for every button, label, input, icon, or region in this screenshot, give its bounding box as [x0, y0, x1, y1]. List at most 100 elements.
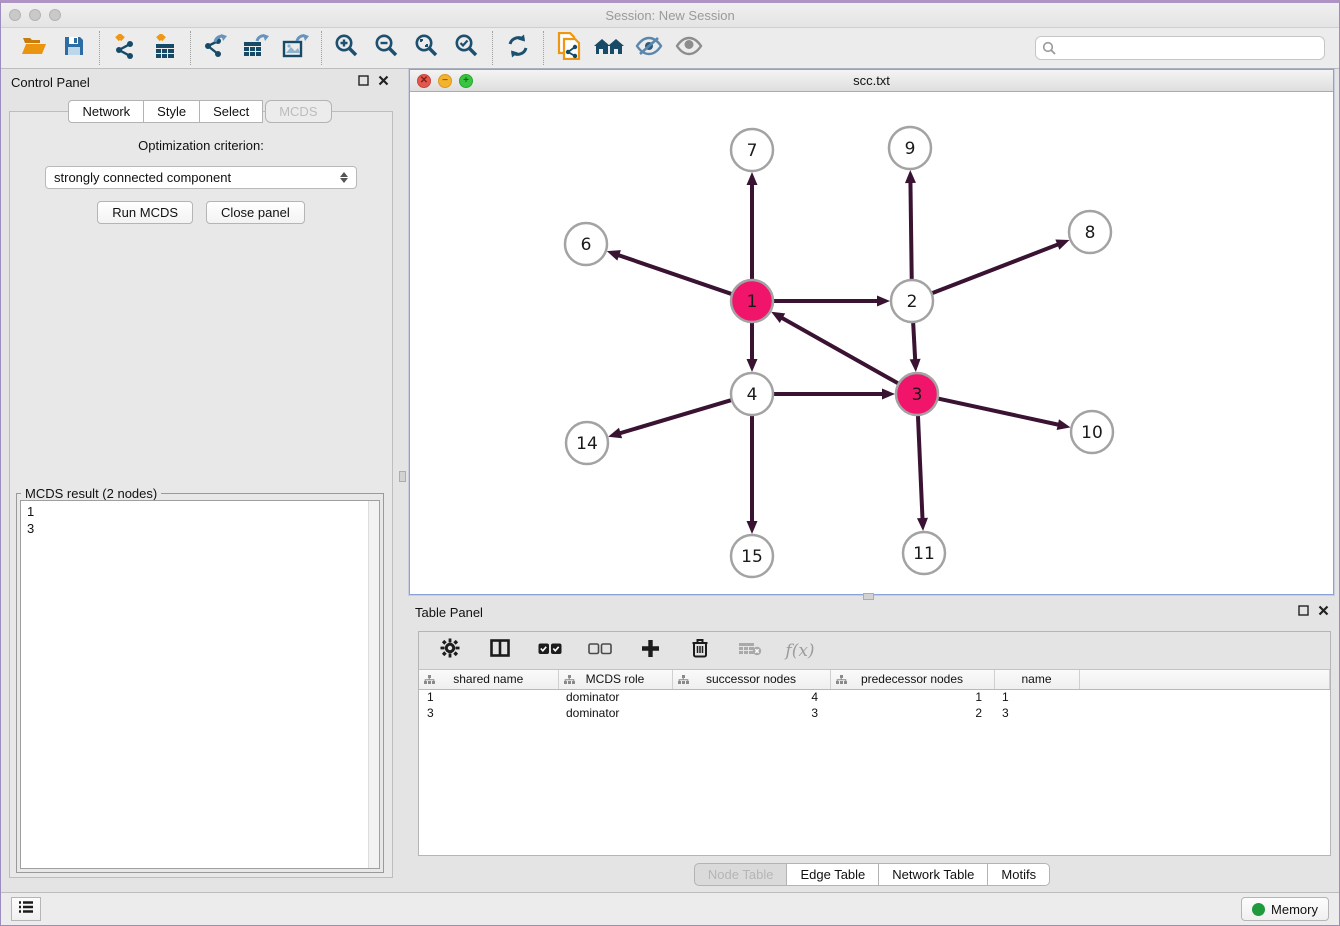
graph-node-label-11: 11	[913, 544, 935, 564]
export-network-button[interactable]	[201, 33, 231, 63]
columns-icon	[490, 639, 510, 662]
tab-style[interactable]: Style	[143, 100, 200, 123]
edge-arrowhead	[882, 389, 895, 400]
tab-edge-table[interactable]: Edge Table	[786, 863, 879, 886]
network-canvas[interactable]: 7968124314101511	[410, 92, 1333, 594]
table-cell[interactable]: 1	[419, 689, 558, 705]
tab-node-table[interactable]: Node Table	[694, 863, 788, 886]
edge-2-9[interactable]	[910, 181, 911, 280]
open-session-button[interactable]	[19, 33, 49, 63]
column-header-predecessor-nodes[interactable]: predecessor nodes	[830, 670, 994, 689]
table-cell[interactable]: 3	[994, 705, 1079, 721]
control-panel-tabs: NetworkStyleSelectMCDS	[1, 100, 399, 123]
optimization-criterion-select[interactable]: strongly connected component	[45, 166, 357, 189]
table-cell[interactable]: 3	[419, 705, 558, 721]
function-builder-button[interactable]: f(x)	[785, 636, 815, 666]
vertical-split-handle[interactable]	[399, 471, 406, 482]
float-panel-icon[interactable]	[358, 73, 369, 91]
close-panel-button[interactable]: Close panel	[206, 201, 305, 224]
column-header-successor-nodes[interactable]: successor nodes	[672, 670, 830, 689]
edge-3-10[interactable]	[938, 398, 1060, 425]
edge-3-1[interactable]	[781, 317, 899, 383]
table-panel-title: Table Panel	[415, 605, 483, 620]
zoom-in-button[interactable]	[332, 33, 362, 63]
table-cell[interactable]: 1	[994, 689, 1079, 705]
zoom-selected-icon	[454, 33, 480, 64]
delete-table-button[interactable]	[735, 636, 765, 666]
column-header-shared-name[interactable]: shared name	[419, 670, 558, 689]
edge-4-14[interactable]	[619, 400, 732, 434]
delete-table-icon	[738, 640, 762, 661]
delete-column-button[interactable]	[685, 636, 715, 666]
edge-3-11[interactable]	[918, 415, 923, 520]
create-column-button[interactable]	[635, 636, 665, 666]
import-network-button[interactable]	[110, 33, 140, 63]
tab-select[interactable]: Select	[199, 100, 263, 123]
table-cell[interactable]: 4	[672, 689, 830, 705]
close-panel-icon[interactable]	[1318, 603, 1329, 621]
edge-arrowhead	[910, 359, 921, 372]
graph-node-label-6: 6	[581, 235, 592, 255]
column-header-MCDS-role[interactable]: MCDS role	[558, 670, 672, 689]
tab-network[interactable]: Network	[68, 100, 144, 123]
graph-node-label-7: 7	[747, 141, 758, 161]
table-cell[interactable]: 1	[830, 689, 994, 705]
optimization-criterion-value: strongly connected component	[54, 170, 231, 185]
save-session-button[interactable]	[59, 33, 89, 63]
run-mcds-button[interactable]: Run MCDS	[97, 201, 193, 224]
zoom-in-icon	[334, 33, 360, 64]
graph-node-label-9: 9	[905, 139, 916, 159]
edge-1-6[interactable]	[617, 255, 732, 294]
zoom-selected-button[interactable]	[452, 33, 482, 63]
close-panel-icon[interactable]	[378, 73, 389, 91]
zoom-out-button[interactable]	[372, 33, 402, 63]
list-icon	[18, 900, 34, 919]
export-image-button[interactable]	[281, 33, 311, 63]
export-table-button[interactable]	[241, 33, 271, 63]
tab-network-table[interactable]: Network Table	[878, 863, 988, 886]
table-row[interactable]: 3dominator323	[419, 705, 1330, 721]
float-panel-icon[interactable]	[1298, 603, 1309, 621]
eye-slash-icon	[635, 35, 663, 62]
tab-mcds[interactable]: MCDS	[265, 100, 331, 123]
edge-2-8[interactable]	[932, 244, 1060, 293]
table-cell[interactable]: 2	[830, 705, 994, 721]
memory-button[interactable]: Memory	[1241, 897, 1329, 921]
import-table-button[interactable]	[150, 33, 180, 63]
table-toolbar: f(x)	[419, 632, 1330, 670]
column-header-name[interactable]: name	[994, 670, 1079, 689]
table-row[interactable]: 1dominator411	[419, 689, 1330, 705]
search-input[interactable]	[1035, 36, 1325, 60]
table-settings-button[interactable]	[435, 636, 465, 666]
mcds-result-textarea[interactable]: 1 3	[20, 500, 380, 869]
unchecked-checkboxes-icon	[588, 642, 612, 660]
select-all-button[interactable]	[535, 636, 565, 666]
network-window-titlebar[interactable]: ✕ − + scc.txt	[410, 70, 1333, 92]
edge-arrowhead	[747, 172, 758, 185]
table-cell[interactable]: 3	[672, 705, 830, 721]
refresh-button[interactable]	[503, 33, 533, 63]
show-column-button[interactable]	[485, 636, 515, 666]
home-button[interactable]	[594, 33, 624, 63]
table-cell[interactable]: dominator	[558, 689, 672, 705]
open-folder-icon	[21, 35, 47, 62]
zoom-fit-button[interactable]	[412, 33, 442, 63]
zoom-out-icon	[374, 33, 400, 64]
hide-panel-button[interactable]	[634, 33, 664, 63]
show-panel-button[interactable]	[674, 33, 704, 63]
duplicate-network-button[interactable]	[554, 33, 584, 63]
import-network-icon	[112, 33, 138, 64]
table-cell[interactable]: dominator	[558, 705, 672, 721]
tab-motifs[interactable]: Motifs	[987, 863, 1050, 886]
gear-icon	[440, 638, 460, 663]
deselect-all-button[interactable]	[585, 636, 615, 666]
edge-arrowhead	[1057, 419, 1071, 430]
result-scrollbar[interactable]	[368, 501, 379, 868]
memory-status-icon	[1252, 903, 1265, 916]
show-panels-button[interactable]	[11, 897, 41, 921]
network-graph[interactable]: 7968124314101511	[410, 92, 1333, 595]
trash-icon	[691, 638, 709, 663]
main-area: Control Panel NetworkStyleSelectMCDS Opt…	[1, 69, 1339, 892]
status-bar: Memory	[1, 892, 1339, 925]
edge-2-3[interactable]	[913, 322, 915, 361]
